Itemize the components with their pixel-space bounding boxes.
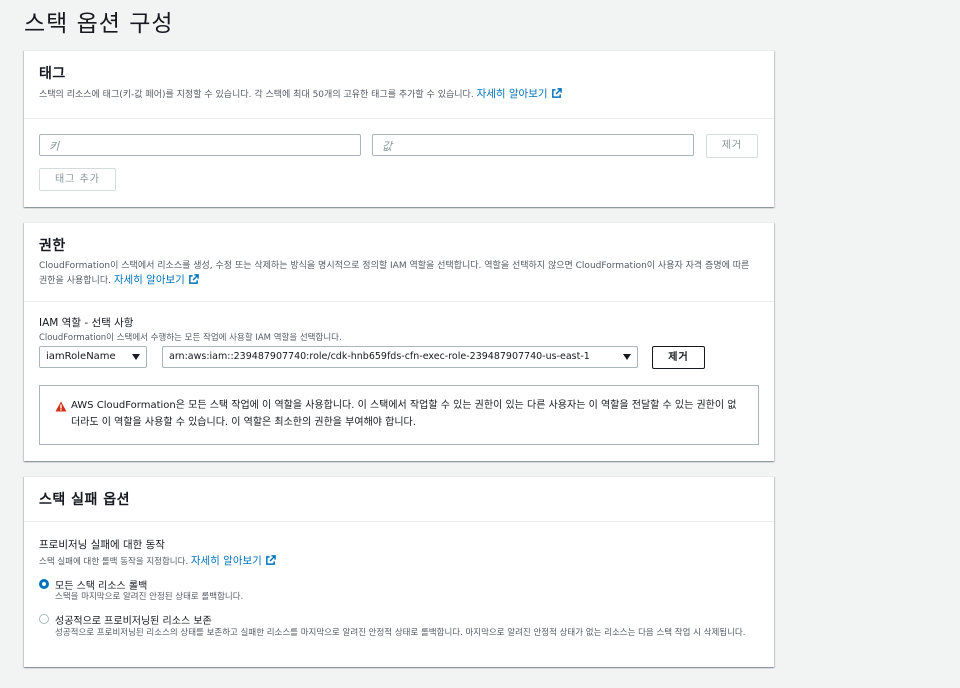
tags-learn-more-link[interactable]: 자세히 알아보기: [477, 88, 562, 100]
tag-key-input[interactable]: [40, 136, 360, 157]
permissions-panel: 권한 CloudFormation이 스택에서 리소스를 생성, 수정 또는 삭…: [24, 222, 774, 461]
external-link-icon: [188, 274, 199, 284]
failure-learn-more-label: 자세히 알아보기: [190, 555, 262, 567]
tag-remove-button[interactable]: 제거: [706, 134, 758, 158]
permissions-header: 권한 CloudFormation이 스택에서 리소스를 생성, 수정 또는 삭…: [24, 223, 774, 288]
warning-icon: [55, 401, 67, 412]
permissions-title: 권한: [39, 238, 66, 254]
provisioning-behavior-desc: 스택 실패에 대한 롤백 동작을 지정합니다. 자세히 알아보기: [39, 554, 276, 569]
failure-title: 스택 실패 옵션: [39, 492, 131, 508]
permissions-learn-more-link[interactable]: 자세히 알아보기: [114, 274, 199, 286]
rollback-all-option[interactable]: 모든 스택 리소스 롤백 스택을 마지막으로 알려진 안정된 상태로 롤백합니다…: [39, 577, 759, 605]
caret-down-icon: [132, 354, 140, 360]
role-arn-value: arn:aws:iam::239487907740:role/cdk-hnb65…: [169, 351, 590, 362]
tags-title: 태그: [39, 66, 66, 82]
role-arn-select[interactable]: arn:aws:iam::239487907740:role/cdk-hnb65…: [162, 346, 638, 368]
rollback-all-radio[interactable]: [39, 579, 49, 589]
tag-value-input[interactable]: [373, 136, 693, 157]
tags-description: 스택의 리소스에 태그(키-값 페어)를 지정할 수 있습니다. 각 스택에 최…: [39, 87, 759, 102]
tag-key-input-box[interactable]: [39, 134, 361, 157]
permissions-learn-more-label: 자세히 알아보기: [113, 274, 185, 286]
role-warning-alert: AWS CloudFormation은 모든 스택 작업에 이 역할을 사용합니…: [39, 385, 759, 445]
preserve-resources-desc: 성공적으로 프로비저닝된 리소스의 상태를 보존하고 실패한 리소스를 마지막으…: [55, 628, 746, 638]
tags-divider: [24, 118, 774, 119]
failure-learn-more-link[interactable]: 자세히 알아보기: [191, 555, 276, 567]
permissions-description: CloudFormation이 스택에서 리소스를 생성, 수정 또는 삭제하는…: [39, 259, 759, 288]
tags-header: 태그 스택의 리소스에 태그(키-값 페어)를 지정할 수 있습니다. 각 스택…: [24, 51, 774, 102]
preserve-resources-label: 성공적으로 프로비저닝된 리소스 보존: [55, 616, 212, 627]
iam-role-label: IAM 역할 - 선택 사항: [39, 317, 134, 329]
page-title: 스택 옵션 구성: [24, 11, 174, 37]
role-warning-text: AWS CloudFormation은 모든 스택 작업에 이 역할을 사용합니…: [71, 400, 737, 428]
permissions-divider: [24, 301, 774, 302]
provisioning-behavior-desc-text: 스택 실패에 대한 롤백 동작을 지정합니다.: [39, 557, 189, 567]
tag-value-input-box[interactable]: [372, 134, 694, 157]
external-link-icon: [265, 555, 276, 565]
rollback-all-label: 모든 스택 리소스 롤백: [55, 581, 148, 592]
rollback-all-desc: 스택을 마지막으로 알려진 안정된 상태로 롤백합니다.: [55, 592, 244, 602]
failure-divider: [24, 521, 774, 522]
add-tag-button[interactable]: 태그 추가: [39, 168, 116, 191]
tags-panel: 태그 스택의 리소스에 태그(키-값 페어)를 지정할 수 있습니다. 각 스택…: [24, 50, 774, 207]
failure-options-panel: 스택 실패 옵션 프로비저닝 실패에 대한 동작 스택 실패에 대한 롤백 동작…: [24, 476, 774, 667]
tags-description-text: 스택의 리소스에 태그(키-값 페어)를 지정할 수 있습니다. 각 스택에 최…: [39, 90, 474, 100]
iam-role-description: CloudFormation이 스택에서 수행하는 모든 작업에 사용할 IAM…: [39, 333, 342, 343]
role-type-select[interactable]: iamRoleName: [39, 346, 147, 368]
external-link-icon: [551, 88, 562, 98]
provisioning-behavior-label: 프로비저닝 실패에 대한 동작: [39, 539, 165, 551]
failure-header: 스택 실패 옵션: [24, 477, 774, 509]
tags-learn-more-label: 자세히 알아보기: [476, 88, 548, 100]
role-type-value: iamRoleName: [46, 351, 116, 362]
caret-down-icon: [623, 354, 631, 360]
preserve-resources-radio[interactable]: [39, 614, 49, 624]
preserve-resources-option[interactable]: 성공적으로 프로비저닝된 리소스 보존 성공적으로 프로비저닝된 리소스의 상태…: [39, 612, 759, 656]
role-remove-button[interactable]: 제거: [652, 346, 705, 369]
